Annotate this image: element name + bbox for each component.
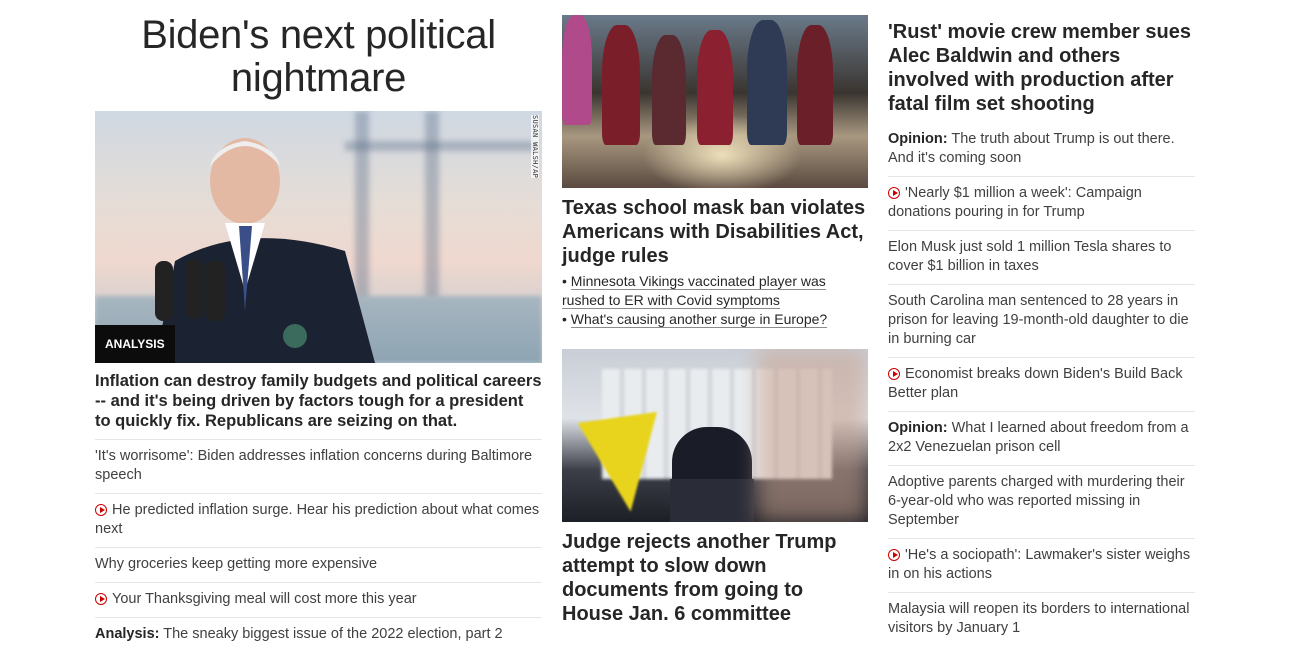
headline-list: Opinion: The truth about Trump is out th… [888,126,1195,646]
list-item[interactable]: Opinion: The truth about Trump is out th… [888,126,1195,176]
list-item[interactable]: Analysis: The sneaky biggest issue of th… [95,617,542,652]
item-label: Opinion: [888,420,948,436]
trump-speech-image[interactable] [562,349,868,522]
lead-headline[interactable]: Biden's next political nightmare [95,14,542,100]
bullet-item: • Minnesota Vikings vaccinated player wa… [562,273,826,309]
analysis-badge: ANALYSIS [95,325,175,363]
school-students-image[interactable] [562,15,868,188]
play-video-icon [95,504,107,516]
image-credit: SUSAN WALSH/AP [531,115,539,179]
bullet-link[interactable]: What's causing another surge in Europe? [570,311,828,328]
list-item[interactable]: Why groceries keep getting more expensiv… [95,547,542,582]
lead-column: Biden's next political nightmare SUSAN W… [95,0,542,652]
lead-summary[interactable]: Inflation can destroy family budgets and… [95,371,542,431]
story-link[interactable]: The sneaky biggest issue of the 2022 ele… [159,626,502,642]
list-item[interactable]: 'It's worrisome': Biden addresses inflat… [95,439,542,493]
story-link[interactable]: 'Nearly $1 million a week': Campaign don… [888,185,1142,220]
list-item[interactable]: 'Nearly $1 million a week': Campaign don… [888,176,1195,230]
play-video-icon [888,549,900,561]
related-bullets: • Minnesota Vikings vaccinated player wa… [562,272,868,329]
story-link[interactable]: 'It's worrisome': Biden addresses inflat… [95,448,532,483]
story-link[interactable]: Your Thanksgiving meal will cost more th… [112,591,417,607]
bullet-item: • What's causing another surge in Europe… [562,311,828,328]
lead-image[interactable]: SUSAN WALSH/AP ANALYSIS [95,111,542,363]
story-link[interactable]: He predicted inflation surge. Hear his p… [95,502,539,537]
list-item[interactable]: Your Thanksgiving meal will cost more th… [95,582,542,617]
play-video-icon [888,368,900,380]
story-headline[interactable]: Judge rejects another Trump attempt to s… [562,530,868,626]
right-column: 'Rust' movie crew member sues Alec Baldw… [888,0,1195,646]
middle-column: Texas school mask ban violates Americans… [562,0,868,626]
lead-related-list: 'It's worrisome': Biden addresses inflat… [95,439,542,652]
item-label: Opinion: [888,131,948,147]
list-item[interactable]: Malaysia will reopen its borders to inte… [888,592,1195,646]
list-item[interactable]: Adoptive parents charged with murdering … [888,465,1195,538]
story-link[interactable]: Economist breaks down Biden's Build Back… [888,366,1183,401]
story-link[interactable]: 'He's a sociopath': Lawmaker's sister we… [888,547,1190,582]
list-item[interactable]: South Carolina man sentenced to 28 years… [888,284,1195,357]
story-link[interactable]: Why groceries keep getting more expensiv… [95,556,377,572]
item-label: Analysis: [95,626,160,642]
list-item[interactable]: He predicted inflation surge. Hear his p… [95,493,542,547]
bullet-link[interactable]: Minnesota Vikings vaccinated player was … [562,273,826,309]
story-link[interactable]: South Carolina man sentenced to 28 years… [888,293,1189,347]
story-link[interactable]: Elon Musk just sold 1 million Tesla shar… [888,239,1171,274]
list-item[interactable]: Opinion: What I learned about freedom fr… [888,411,1195,465]
story-headline[interactable]: 'Rust' movie crew member sues Alec Baldw… [888,20,1195,116]
list-item[interactable]: 'He's a sociopath': Lawmaker's sister we… [888,538,1195,592]
list-item[interactable]: Economist breaks down Biden's Build Back… [888,357,1195,411]
story-link[interactable]: Malaysia will reopen its borders to inte… [888,601,1189,636]
story-headline[interactable]: Texas school mask ban violates Americans… [562,196,868,268]
list-item[interactable]: Elon Musk just sold 1 million Tesla shar… [888,230,1195,284]
story-link[interactable]: Adoptive parents charged with murdering … [888,474,1185,528]
play-video-icon [95,593,107,605]
play-video-icon [888,187,900,199]
